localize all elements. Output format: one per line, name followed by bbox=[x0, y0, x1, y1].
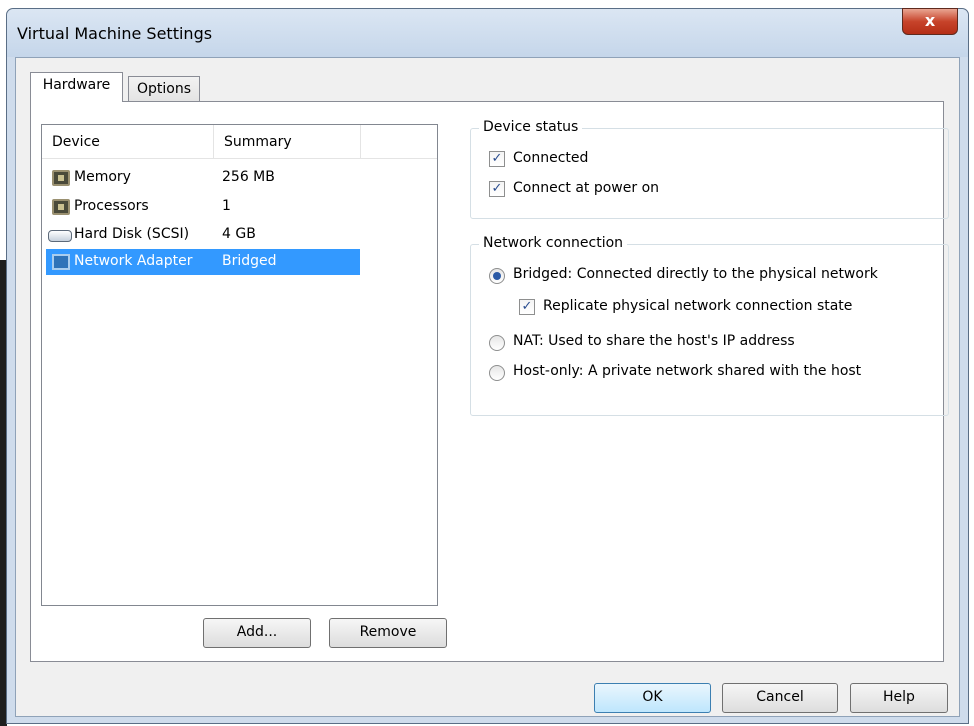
device-list[interactable]: Device Summary Memory 256 MB Processors … bbox=[41, 124, 438, 606]
list-item-network-adapter[interactable]: Network Adapter Bridged bbox=[46, 249, 360, 275]
close-icon: x bbox=[924, 11, 936, 30]
network-connection-group: Network connection Bridged: Connected di… bbox=[470, 235, 949, 416]
cancel-button[interactable]: Cancel bbox=[722, 683, 838, 713]
connect-at-power-on-checkbox[interactable]: ✓ bbox=[489, 181, 505, 197]
device-summary: 4 GB bbox=[222, 226, 256, 242]
bridged-radio[interactable] bbox=[489, 268, 505, 284]
device-status-title: Device status bbox=[479, 119, 583, 135]
list-item-hard-disk[interactable]: Hard Disk (SCSI) 4 GB bbox=[46, 222, 360, 248]
remove-button[interactable]: Remove bbox=[329, 618, 447, 648]
tab-options-label: Options bbox=[136, 81, 192, 97]
device-summary: 1 bbox=[222, 198, 231, 214]
column-summary-label: Summary bbox=[224, 134, 292, 150]
help-button[interactable]: Help bbox=[850, 683, 948, 713]
title-bar[interactable]: Virtual Machine Settings x bbox=[7, 8, 968, 57]
host-only-radio[interactable] bbox=[489, 365, 505, 381]
column-header-summary[interactable]: Summary bbox=[214, 125, 361, 158]
replicate-label: Replicate physical network connection st… bbox=[543, 298, 853, 314]
device-name: Network Adapter bbox=[74, 253, 193, 269]
connect-at-power-on-label: Connect at power on bbox=[513, 180, 660, 196]
bridged-label: Bridged: Connected directly to the physi… bbox=[513, 266, 878, 282]
close-button[interactable]: x bbox=[902, 8, 958, 35]
settings-window: Virtual Machine Settings x Hardware Opti… bbox=[6, 8, 969, 724]
processor-icon bbox=[52, 199, 70, 215]
replicate-checkbox[interactable]: ✓ bbox=[519, 299, 535, 315]
device-summary: 256 MB bbox=[222, 169, 275, 185]
column-header-device[interactable]: Device bbox=[42, 125, 214, 158]
list-item-processors[interactable]: Processors 1 bbox=[46, 194, 360, 220]
add-button[interactable]: Add... bbox=[203, 618, 311, 648]
connected-checkbox[interactable]: ✓ bbox=[489, 151, 505, 167]
header-divider bbox=[42, 158, 437, 159]
device-name: Hard Disk (SCSI) bbox=[74, 226, 190, 242]
tab-options[interactable]: Options bbox=[128, 76, 200, 102]
connected-label: Connected bbox=[513, 150, 589, 166]
tab-hardware[interactable]: Hardware bbox=[30, 72, 123, 102]
host-only-label: Host-only: A private network shared with… bbox=[513, 363, 862, 379]
device-status-group: Device status ✓ Connected ✓ Connect at p… bbox=[470, 119, 949, 219]
column-device-label: Device bbox=[52, 134, 100, 150]
device-name: Memory bbox=[74, 169, 131, 185]
window-title: Virtual Machine Settings bbox=[17, 24, 213, 43]
device-summary: Bridged bbox=[222, 253, 277, 269]
network-connection-title: Network connection bbox=[479, 235, 628, 251]
column-header-filler bbox=[361, 125, 437, 158]
hard-disk-icon bbox=[48, 230, 72, 242]
dialog-client: Hardware Options Device Summary Memory 2… bbox=[15, 57, 960, 717]
nat-radio[interactable] bbox=[489, 335, 505, 351]
device-name: Processors bbox=[74, 198, 149, 214]
network-adapter-icon bbox=[52, 254, 70, 270]
list-item-memory[interactable]: Memory 256 MB bbox=[46, 165, 360, 191]
memory-icon bbox=[52, 170, 70, 186]
nat-label: NAT: Used to share the host's IP address bbox=[513, 333, 795, 349]
tab-hardware-label: Hardware bbox=[42, 77, 111, 93]
ok-button[interactable]: OK bbox=[594, 683, 711, 713]
